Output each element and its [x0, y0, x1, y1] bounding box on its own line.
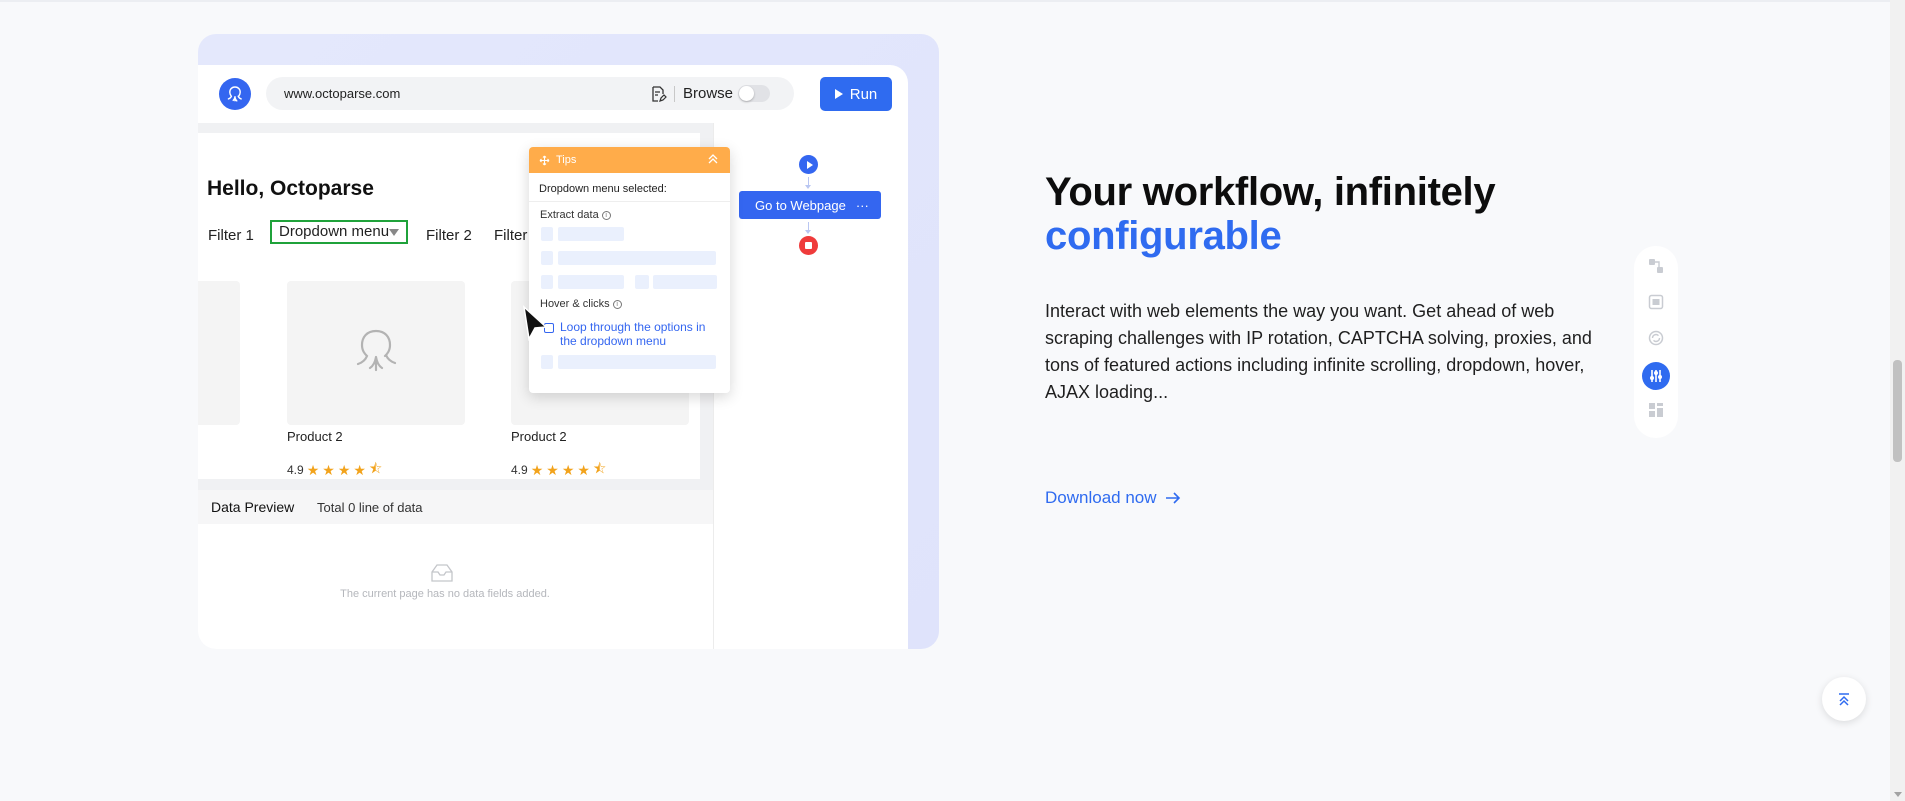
section-headline-accent: configurable [1045, 214, 1282, 258]
workflow-stop-icon [799, 236, 818, 255]
option-placeholder[interactable] [653, 275, 717, 289]
product-rating: 4.9 ★ ★ ★ ★ ⯪ [511, 458, 606, 479]
run-label: Run [849, 85, 878, 103]
option-placeholder[interactable] [558, 227, 624, 241]
mouse-cursor-icon [522, 305, 548, 341]
empty-inbox-icon [431, 564, 453, 582]
tips-divider [529, 201, 730, 202]
star-icon: ★ [337, 461, 351, 478]
tips-panel: Tips Dropdown menu selected: Extract dat… [529, 147, 730, 393]
configure-icon[interactable] [1642, 362, 1670, 390]
loop-dropdown-option[interactable]: Loop through the options in the dropdown… [560, 320, 720, 348]
data-preview-title: Data Preview [211, 499, 295, 515]
product-image[interactable] [287, 281, 465, 425]
filter-3[interactable]: Filter [494, 227, 527, 244]
star-icon: ★ [546, 461, 559, 478]
template-icon[interactable] [1648, 402, 1664, 418]
filter-1[interactable]: Filter 1 [208, 227, 254, 244]
product-image[interactable] [198, 281, 240, 425]
half-star-icon: ⯪ [592, 460, 607, 476]
rating-value: 4.9 [287, 463, 304, 477]
download-label: Download now [1045, 488, 1157, 507]
scroll-down-arrow-icon[interactable] [1894, 792, 1902, 797]
data-line-count: Total 0 line of data [317, 500, 423, 515]
flow-arrow [805, 177, 811, 189]
data-preview-panel: Data Preview Total 0 line of data The cu… [198, 490, 713, 649]
move-icon[interactable] [539, 155, 550, 166]
info-icon[interactable]: i [601, 210, 611, 220]
top-divider [0, 0, 1890, 2]
option-placeholder[interactable] [558, 251, 716, 265]
caret-down-icon [389, 229, 399, 236]
dropdown-label: Dropdown menu [279, 223, 390, 240]
product-name[interactable]: Product 2 [511, 429, 567, 444]
tips-header: Tips [529, 147, 730, 173]
extract-data-section: Extract data i [540, 209, 611, 221]
demo-toolbar: www.octoparse.com Browse Run [198, 65, 908, 123]
product-rating: 4.9 ★ ★ ★ ★ ⯪ [287, 458, 382, 479]
document-edit-icon[interactable] [649, 85, 667, 103]
toggle-knob [739, 86, 754, 101]
dropdown-menu[interactable]: Dropdown menu [270, 220, 408, 244]
hover-clicks-section: Hover & clicks i [540, 298, 622, 310]
star-icon: ★ [322, 461, 335, 478]
feature-side-nav [1634, 246, 1678, 438]
empty-message: The current page has no data fields adde… [340, 588, 550, 600]
step-label: Go to Webpage [755, 197, 846, 213]
demo-illustration: www.octoparse.com Browse Run Hello, Octo… [198, 34, 939, 649]
half-star-icon: ⯪ [368, 460, 383, 476]
back-to-top-button[interactable] [1822, 677, 1866, 721]
section-headline: Your workflow, infinitely [1045, 170, 1496, 214]
section-description: Interact with web elements the way you w… [1045, 301, 1592, 402]
star-icon: ★ [353, 461, 366, 478]
option-placeholder[interactable] [541, 227, 553, 241]
filter-2[interactable]: Filter 2 [426, 227, 472, 244]
info-icon[interactable]: i [612, 299, 622, 309]
octopus-placeholder-icon [356, 329, 397, 372]
flow-arrow [805, 222, 811, 234]
option-placeholder[interactable] [541, 275, 553, 289]
download-now-link[interactable]: Download now [1045, 488, 1181, 508]
scrollbar-thumb[interactable] [1893, 360, 1902, 462]
demo-window: www.octoparse.com Browse Run Hello, Octo… [198, 65, 908, 649]
star-icon: ★ [530, 461, 544, 478]
go-to-webpage-step[interactable]: Go to Webpage ··· [739, 191, 881, 219]
tips-subtitle: Dropdown menu selected: [539, 183, 667, 195]
url-divider [674, 86, 675, 102]
page-heading: Hello, Octoparse [207, 177, 374, 200]
collapse-icon[interactable] [708, 153, 718, 165]
product-name[interactable]: Product 2 [287, 429, 343, 444]
more-options-icon[interactable]: ··· [856, 198, 869, 213]
url-bar[interactable]: www.octoparse.com Browse [266, 77, 794, 110]
browse-toggle[interactable] [738, 85, 770, 102]
star-icon: ★ [561, 461, 575, 478]
data-preview-header: Data Preview Total 0 line of data [198, 490, 713, 524]
url-text: www.octoparse.com [284, 86, 401, 101]
tips-title: Tips [556, 154, 577, 166]
option-placeholder[interactable] [541, 355, 553, 369]
workflow-start-icon [799, 155, 818, 174]
arrow-right-icon [1165, 492, 1180, 504]
back-to-top-icon [1839, 693, 1849, 706]
option-placeholder[interactable] [558, 275, 624, 289]
page-scrollbar[interactable] [1890, 0, 1905, 801]
play-icon [834, 89, 843, 99]
browse-label: Browse [683, 85, 734, 102]
ip-rotation-icon[interactable] [1648, 330, 1664, 346]
rating-value: 4.9 [511, 463, 528, 477]
extract-data-label: Extract data [540, 209, 599, 221]
workflow-pane: Go to Webpage ··· [713, 123, 908, 649]
option-placeholder[interactable] [558, 355, 716, 369]
option-placeholder[interactable] [635, 275, 649, 289]
option-placeholder[interactable] [541, 251, 553, 265]
star-icon: ★ [577, 461, 590, 478]
star-icon: ★ [306, 461, 320, 478]
octoparse-logo-icon [219, 78, 251, 110]
workflow-icon[interactable] [1648, 258, 1664, 274]
run-button[interactable]: Run [820, 77, 892, 111]
capture-icon[interactable] [1648, 294, 1664, 310]
